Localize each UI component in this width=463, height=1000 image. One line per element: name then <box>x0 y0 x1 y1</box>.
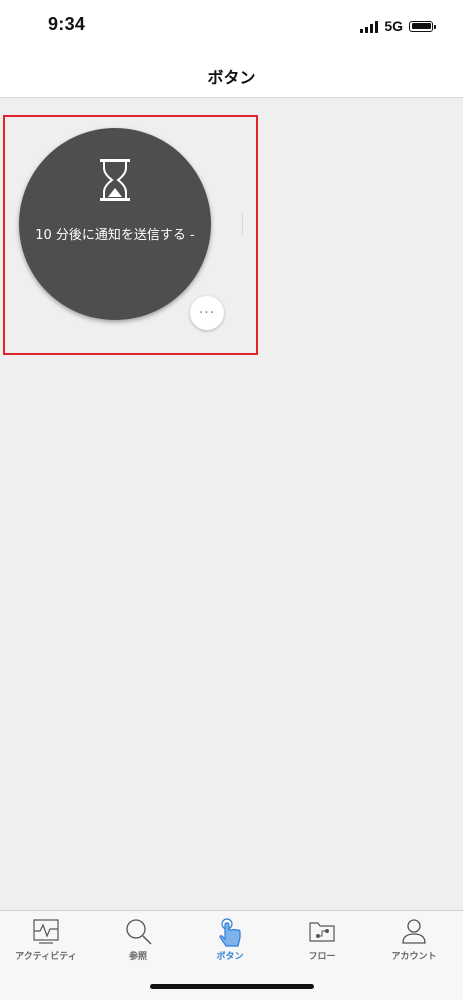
page-title: ボタン <box>207 68 256 87</box>
status-bar: 9:34 5G <box>0 0 463 52</box>
home-indicator <box>150 984 314 989</box>
network-type: 5G <box>384 18 403 34</box>
search-icon <box>126 919 152 945</box>
tab-account[interactable]: アカウント <box>368 911 460 971</box>
divider <box>242 213 243 235</box>
more-options-button[interactable]: ··· <box>190 296 224 330</box>
signal-icon <box>360 20 379 33</box>
tab-browse[interactable]: 参照 <box>92 911 184 971</box>
activity-icon <box>33 919 59 944</box>
buttons-content: 10 分後に通知を送信する - ··· <box>0 98 463 910</box>
tab-activity[interactable]: アクティビティ <box>0 911 92 971</box>
tap-hand-icon <box>219 918 241 947</box>
hourglass-icon <box>100 159 130 201</box>
flow-button-label: 10 分後に通知を送信する - <box>35 228 195 243</box>
tab-label-flows: フロー <box>308 952 336 962</box>
battery-icon <box>409 20 436 32</box>
nav-bar: ボタン <box>0 52 463 98</box>
tab-flows[interactable]: フロー <box>276 911 368 971</box>
tab-label-activity: アクティビティ <box>15 952 77 962</box>
status-indicators: 5G <box>360 17 436 35</box>
account-icon <box>402 919 426 944</box>
flow-folder-icon <box>309 922 335 942</box>
tab-label-account: アカウント <box>391 952 437 962</box>
flow-button[interactable]: 10 分後に通知を送信する - <box>19 128 211 320</box>
status-time: 9:34 <box>48 14 86 34</box>
tab-buttons[interactable]: ボタン <box>184 911 276 971</box>
tab-label-browse: 参照 <box>128 952 147 962</box>
tab-label-buttons: ボタン <box>216 952 244 962</box>
